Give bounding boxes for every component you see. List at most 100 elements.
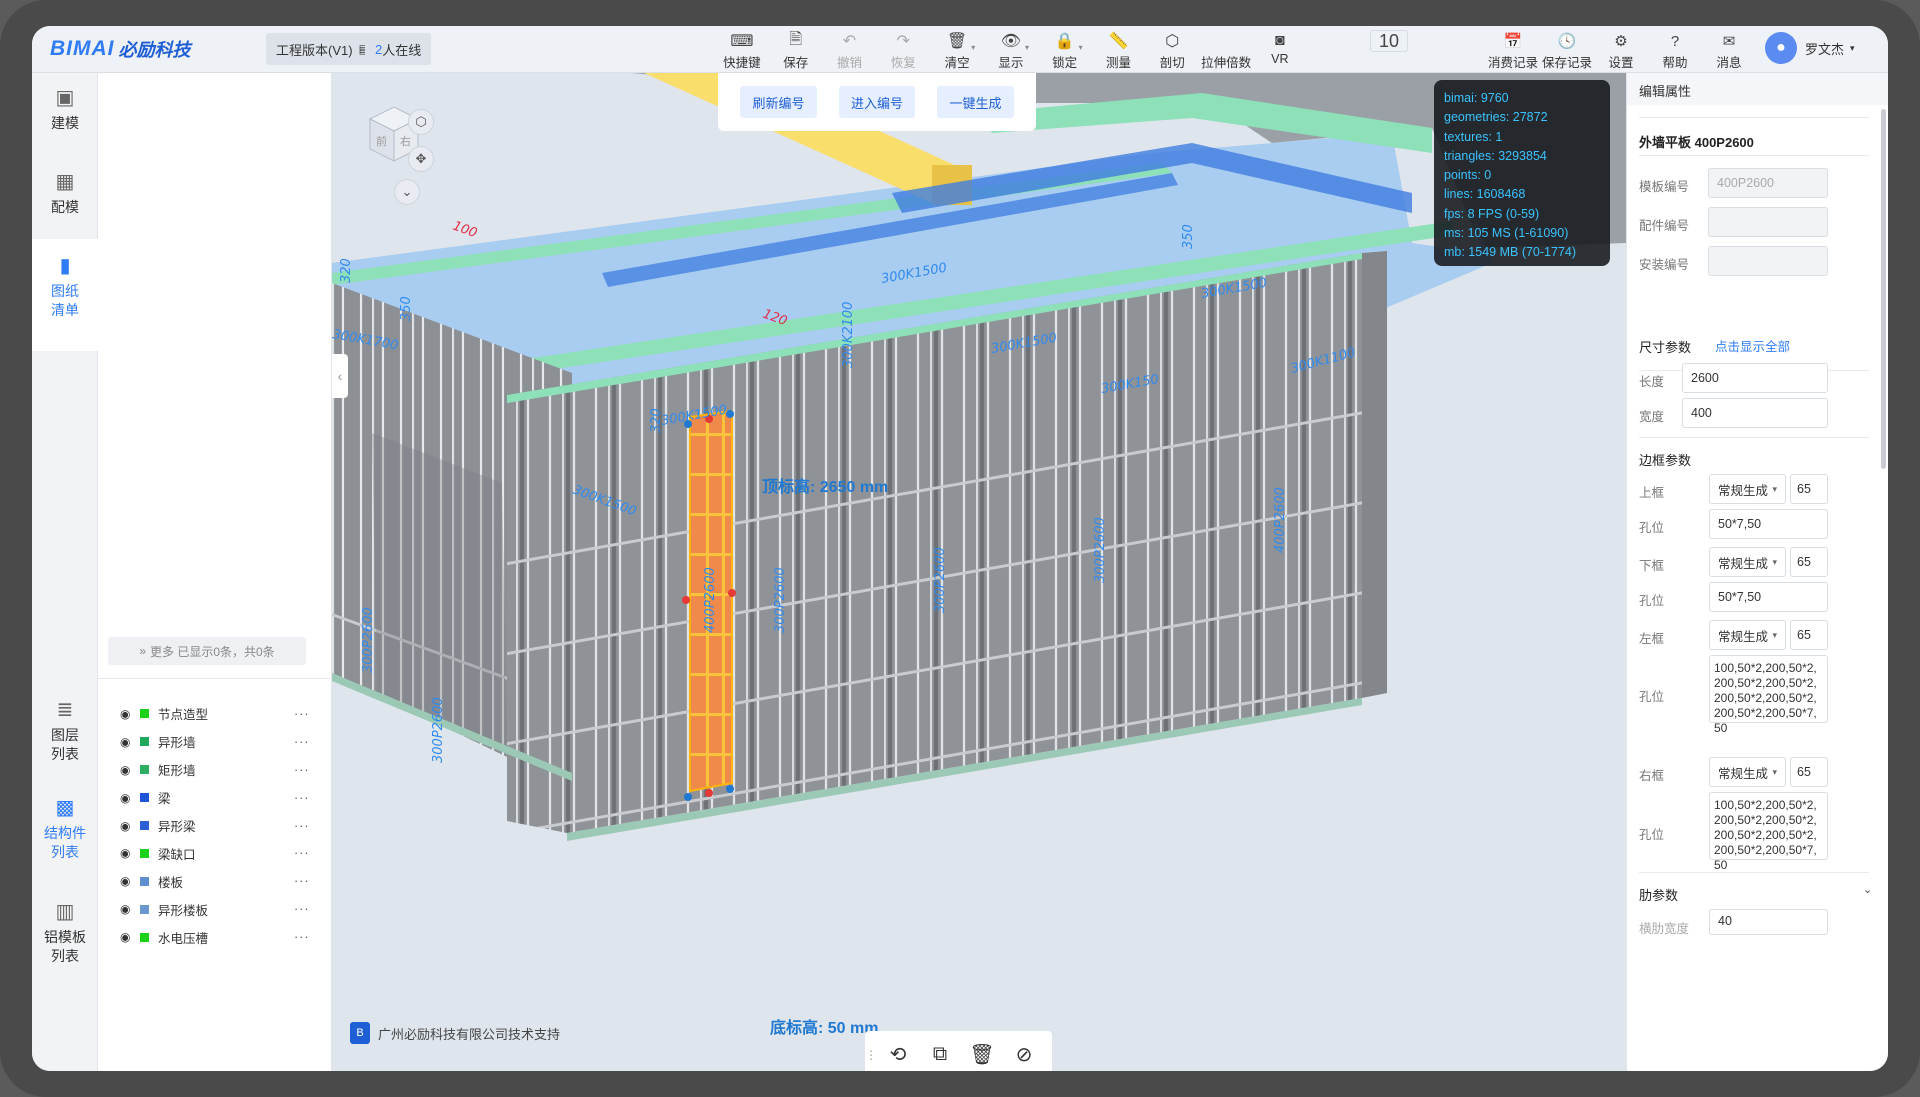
tool-measure[interactable]: 📏 测量: [1092, 30, 1146, 71]
tool-consumption-record[interactable]: 📅 消费记录: [1486, 30, 1540, 71]
eye-icon[interactable]: ◉: [120, 707, 130, 721]
tool-display[interactable]: 👁 ▾ 显示: [984, 30, 1038, 71]
install-number-field[interactable]: [1708, 246, 1828, 276]
chevron-down-icon[interactable]: ⌄: [1863, 883, 1872, 896]
right-frame-value-input[interactable]: 65: [1790, 757, 1828, 787]
eye-icon[interactable]: ◉: [120, 819, 130, 833]
bottom-frame-holes-input[interactable]: 50*7,50: [1709, 582, 1828, 612]
more-icon[interactable]: ···: [294, 902, 310, 916]
panel-label: 300P2600: [773, 567, 788, 633]
show-more-button[interactable]: » 更多 已显示0条，共0条: [108, 637, 306, 665]
app-logo[interactable]: BIMAI 必励科技: [50, 36, 191, 62]
panel-label: 400P2600: [703, 567, 718, 633]
tool-lock[interactable]: 🔒 ▾ 锁定: [1038, 30, 1092, 71]
chevron-down-icon: ⌄: [401, 184, 413, 199]
nav-structure-list[interactable]: ▩ 结构件 列表: [32, 795, 98, 875]
eye-icon[interactable]: ◉: [120, 874, 130, 888]
tool-help[interactable]: ? 帮助: [1648, 30, 1702, 71]
top-frame-mode-select[interactable]: 常规生成 ▾: [1709, 474, 1786, 504]
eye-icon[interactable]: ◉: [120, 846, 130, 860]
perspective-toggle[interactable]: ⬡: [408, 109, 434, 135]
bottom-frame-value-input[interactable]: 65: [1790, 547, 1828, 577]
version-selector[interactable]: 工程版本(V1) ▤: [266, 33, 380, 65]
rib-width-input[interactable]: 40: [1709, 909, 1828, 935]
scrollbar[interactable]: [1881, 109, 1886, 469]
expand-control[interactable]: ⌄: [394, 179, 420, 205]
tool-stretch-multiplier[interactable]: 10 拉伸倍数: [1199, 30, 1409, 71]
layer-item[interactable]: ◉ 异形梁 ···: [98, 812, 332, 840]
width-input[interactable]: 400: [1682, 398, 1828, 428]
layer-color-swatch: [140, 765, 149, 775]
right-frame-mode-select[interactable]: 常规生成 ▾: [1709, 757, 1786, 787]
part-number-field[interactable]: [1708, 207, 1828, 237]
template-number-field[interactable]: 400P2600: [1708, 168, 1828, 198]
3d-viewport[interactable]: 300K1500 300K1500 300K1500 300K1500 400P…: [332, 73, 1626, 1071]
layer-item[interactable]: ◉ 异形楼板 ···: [98, 895, 332, 923]
tool-save[interactable]: 🗎 保存: [769, 30, 823, 71]
tool-clear[interactable]: 🗑 ▾ 清空: [930, 30, 984, 71]
more-icon[interactable]: ···: [294, 930, 310, 944]
tool-section[interactable]: ⬡ 剖切: [1145, 30, 1199, 71]
left-frame-mode-select[interactable]: 常规生成 ▾: [1709, 620, 1786, 650]
user-menu[interactable]: ● 罗文杰 ▾: [1765, 32, 1855, 64]
pan-control[interactable]: ✥: [408, 146, 434, 172]
enter-numbering-button[interactable]: 进入编号: [838, 86, 915, 118]
nav-layer-list[interactable]: ≣ 图层 列表: [32, 697, 98, 777]
eye-icon[interactable]: ◉: [120, 902, 130, 916]
width-label: 宽度: [1639, 410, 1665, 424]
keyboard-icon: ⌨: [730, 33, 754, 50]
show-all-link[interactable]: 点击显示全部: [1715, 336, 1790, 355]
nav-drawing-list[interactable]: ▮ 图纸 清单: [32, 239, 98, 351]
delete-button[interactable]: 🗑: [961, 1035, 1003, 1072]
drag-handle-icon[interactable]: ⋮: [865, 1031, 877, 1071]
nav-aluminum-list[interactable]: ▥ 铝模板 列表: [32, 899, 98, 979]
eye-icon[interactable]: ◉: [120, 763, 130, 777]
more-icon[interactable]: ···: [294, 846, 310, 860]
rotate-button[interactable]: ⟲: [877, 1035, 919, 1072]
eye-icon[interactable]: ◉: [120, 791, 130, 805]
more-icon[interactable]: ···: [294, 819, 310, 833]
layer-item[interactable]: ◉ 楼板 ···: [98, 867, 332, 895]
eye-icon[interactable]: ◉: [120, 930, 130, 944]
structure-icon: ▩: [55, 796, 75, 819]
hide-button[interactable]: ⊘: [1003, 1035, 1045, 1072]
refresh-numbering-button[interactable]: 刷新编号: [740, 86, 817, 118]
nav-modeling[interactable]: ▣ 建模: [32, 85, 98, 145]
layer-item[interactable]: ◉ 梁 ···: [98, 784, 332, 812]
nav-mold-config[interactable]: ▦ 配模: [32, 169, 98, 229]
tool-settings[interactable]: ⚙ 设置: [1594, 30, 1648, 71]
tool-shortcuts[interactable]: ⌨ 快捷键: [715, 30, 769, 71]
tool-messages[interactable]: ✉ 消息: [1702, 30, 1756, 71]
duplicate-button[interactable]: ⧉: [919, 1035, 961, 1072]
more-icon[interactable]: ···: [294, 735, 310, 749]
left-frame-holes-textarea[interactable]: 100,50*2,200,50*2,200,50*2,200,50*2,200,…: [1709, 655, 1828, 735]
tool-save-record[interactable]: 🕓 保存记录: [1540, 30, 1594, 71]
one-click-generate-button[interactable]: 一键生成: [937, 86, 1014, 118]
tool-undo[interactable]: ↶ 撤销: [823, 30, 877, 71]
left-frame-value-input[interactable]: 65: [1790, 620, 1828, 650]
layer-item[interactable]: ◉ 矩形墙 ···: [98, 756, 332, 784]
main-tools: ⌨ 快捷键 🗎 保存 ↶ 撤销 ↷ 恢复 🗑 ▾ 清空 👁 ▾ 显示 🔒 ▾ 锁定 📏 测量 ⬡ 剖切 …: [715, 30, 1409, 71]
top-frame-value-input[interactable]: 65: [1790, 474, 1828, 504]
collapse-left-panel-button[interactable]: ‹: [332, 354, 348, 398]
model-scene[interactable]: 300K1500 300K1500 300K1500 300K1500 400P…: [332, 73, 1626, 1071]
save-icon: 🗎: [789, 30, 803, 48]
more-icon[interactable]: ···: [294, 791, 310, 805]
length-input[interactable]: 2600: [1682, 363, 1828, 393]
tool-redo[interactable]: ↷ 恢复: [876, 30, 930, 71]
eye-icon[interactable]: ◉: [120, 735, 130, 749]
tool-vr[interactable]: ◙ VR: [1253, 30, 1307, 71]
bottom-frame-mode-select[interactable]: 常规生成 ▾: [1709, 547, 1786, 577]
layer-item[interactable]: ◉ 异形墙 ···: [98, 728, 332, 756]
layer-item[interactable]: ◉ 梁缺口 ···: [98, 839, 332, 867]
more-icon[interactable]: ···: [294, 707, 310, 721]
more-icon[interactable]: ···: [294, 874, 310, 888]
layer-item[interactable]: ◉ 节点造型 ···: [98, 700, 332, 728]
logo-cn: 必励科技: [118, 40, 191, 60]
rib-section-title: 肋参数: [1639, 888, 1679, 903]
layer-item[interactable]: ◉ 水电压槽 ···: [98, 923, 332, 951]
online-users-badge[interactable]: 2 人在线: [365, 33, 432, 65]
right-frame-holes-textarea[interactable]: 100,50*2,200,50*2,200,50*2,200,50*2,200,…: [1709, 792, 1828, 872]
top-frame-holes-input[interactable]: 50*7,50: [1709, 509, 1828, 539]
more-icon[interactable]: ···: [294, 763, 310, 777]
